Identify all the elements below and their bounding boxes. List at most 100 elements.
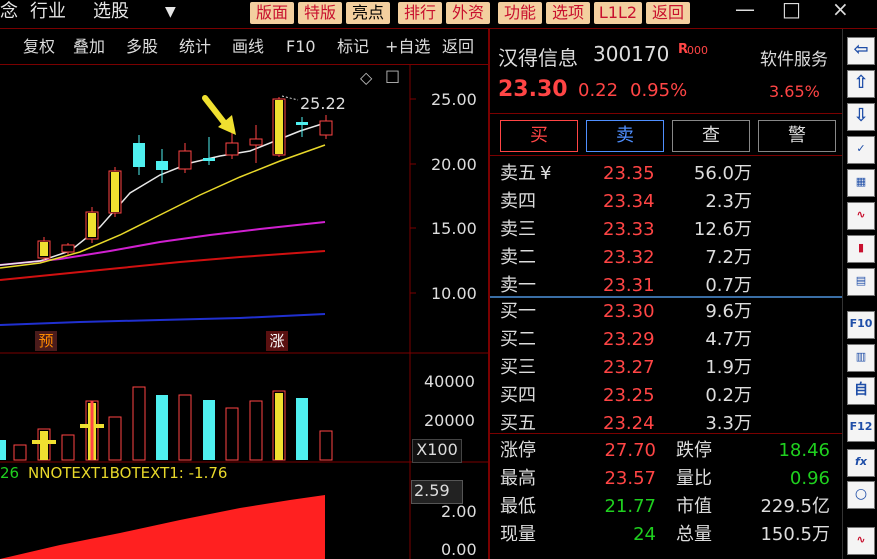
special-layout-button[interactable]: 特版 [298,2,342,24]
bid-row[interactable]: 买二 23.29 4.7万 [500,326,830,354]
stat-label: 最低 [500,496,536,517]
bid-row[interactable]: 买一 23.30 9.6万 [500,298,830,326]
indicator-header: NNOTEXT1BOTEXT1: -1.76 [28,464,228,482]
l1l2-button[interactable]: L1L2 [594,2,642,24]
back-button-top[interactable]: 返回 [646,2,690,24]
doc-check-icon[interactable]: ✓ [847,136,875,164]
indicator-axis-label: 0.00 [441,540,477,559]
stats-row: 最低 21.77 市值 229.5亿 [500,493,830,521]
foreign-capital-button[interactable]: 外资 [446,2,490,24]
minimize-icon[interactable]: — [735,0,755,22]
statistics-button[interactable]: 统计 [179,36,211,58]
layout-button[interactable]: 版面 [250,2,294,24]
indicator-bars [0,495,325,559]
highlights-button[interactable]: 亮点 [346,2,390,24]
ask-row[interactable]: 卖四 23.34 2.3万 [500,188,830,216]
alert-button[interactable]: 警 [758,120,836,152]
ask-volume: 7.2万 [705,247,752,268]
grid-icon[interactable]: ▦ [847,169,875,197]
bid-label: 买四 [500,385,536,406]
menu-item-industry[interactable]: 行业 [30,0,66,24]
ma-blue-line [0,313,326,326]
f12-icon[interactable]: F12 [847,414,875,442]
arrow-left-icon[interactable]: ⇦ [847,37,875,65]
arrow-annotation-icon [202,95,236,135]
list-icon[interactable]: ▤ [847,268,875,296]
arrow-down-icon[interactable]: ⇩ [847,103,875,131]
forecast-badge[interactable]: 预 [35,331,57,351]
bid-price: 23.25 [603,385,655,406]
arrow-up-icon[interactable]: ⇧ [847,70,875,98]
line-chart-icon[interactable]: ∿ [847,202,875,230]
square-icon[interactable]: □ [385,66,400,85]
stats-row: 最高 23.57 量比 0.96 [500,465,830,493]
bid-row[interactable]: 买四 23.25 0.2万 [500,382,830,410]
self-icon[interactable]: 自 [847,377,875,405]
bid-row[interactable]: 买三 23.27 1.9万 [500,354,830,382]
multi-stock-button[interactable]: 多股 [126,36,158,58]
candle [108,167,122,217]
stock-code: 300170 [593,42,670,66]
chart-small-icon[interactable]: ∿ [847,527,875,555]
back-button[interactable]: 返回 [442,36,474,58]
diamond-icon[interactable]: ◇ [360,68,372,87]
maximize-icon[interactable]: □ [782,0,801,22]
buy-button[interactable]: 买 [500,120,578,152]
candle [319,115,333,139]
ask-price: 23.34 [603,191,655,212]
price-axis-label: 25.00 [431,90,477,109]
sell-button[interactable]: 卖 [586,120,664,152]
close-icon[interactable]: × [832,0,849,22]
query-button[interactable]: 查 [672,120,750,152]
ask-row[interactable]: 卖五 ¥ 23.35 56.0万 [500,160,830,188]
f10-button[interactable]: F10 [286,36,316,58]
fx-icon[interactable]: fx [847,449,875,477]
bid-label: 买二 [500,329,536,350]
stats-row: 现量 24 总量 150.5万 [500,521,830,549]
adjust-button[interactable]: 复权 [23,36,55,58]
chevron-down-icon[interactable]: ▼ [165,0,176,24]
price-change: 0.22 [578,80,619,101]
rise-badge[interactable]: 涨 [266,331,288,351]
price-axis-label: 10.00 [431,284,477,303]
candle [37,237,51,260]
divider [490,433,842,434]
ask-row[interactable]: 卖二 23.32 7.2万 [500,244,830,272]
bid-label: 买一 [500,301,536,322]
stat-value: 229.5亿 [760,496,830,517]
add-watchlist-button[interactable]: +自选 [385,36,430,58]
draw-line-button[interactable]: 画线 [232,36,264,58]
indicator-axis-label: 2.00 [441,502,477,521]
candle [133,135,145,175]
ranking-button[interactable]: 排行 [398,2,442,24]
candle [156,149,168,183]
ask-label: 卖三 [500,219,536,240]
stat-label: 最高 [500,468,536,489]
volume-bars [0,386,333,461]
menu-item-concept[interactable]: 念 [0,0,18,24]
circle-icon[interactable]: ○ [847,481,875,509]
price-change-pct: 0.95% [630,80,688,101]
ask-price: 23.35 [603,163,655,184]
ask-label: 卖二 [500,247,536,268]
mark-button[interactable]: 标记 [337,36,369,58]
overlay-button[interactable]: 叠加 [73,36,105,58]
function-button[interactable]: 功能 [498,2,542,24]
stat-label: 量比 [676,468,712,489]
candle-icon[interactable]: ▮ [847,235,875,263]
news-icon[interactable]: ▥ [847,344,875,372]
volume-unit-label[interactable]: X100 [412,439,462,463]
quote-panel: 汉得信息 300170 R 000 软件服务 23.30 0.22 0.95% … [490,29,842,559]
yuan-icon: ¥ [540,163,552,184]
bid-volume: 4.7万 [705,329,752,350]
bid-volume: 9.6万 [705,301,752,322]
f10-icon[interactable]: F10 [847,311,875,339]
stat-value: 150.5万 [760,524,830,545]
sector-name[interactable]: 软件服务 [760,45,828,70]
ask-row[interactable]: 卖三 23.33 12.6万 [500,216,830,244]
menu-item-stock-picker[interactable]: 选股 [93,0,129,24]
stats-row: 涨停 27.70 跌停 18.46 [500,437,830,465]
options-button[interactable]: 选项 [546,2,590,24]
r-tag-suffix: 000 [687,44,708,57]
divider [490,113,842,114]
